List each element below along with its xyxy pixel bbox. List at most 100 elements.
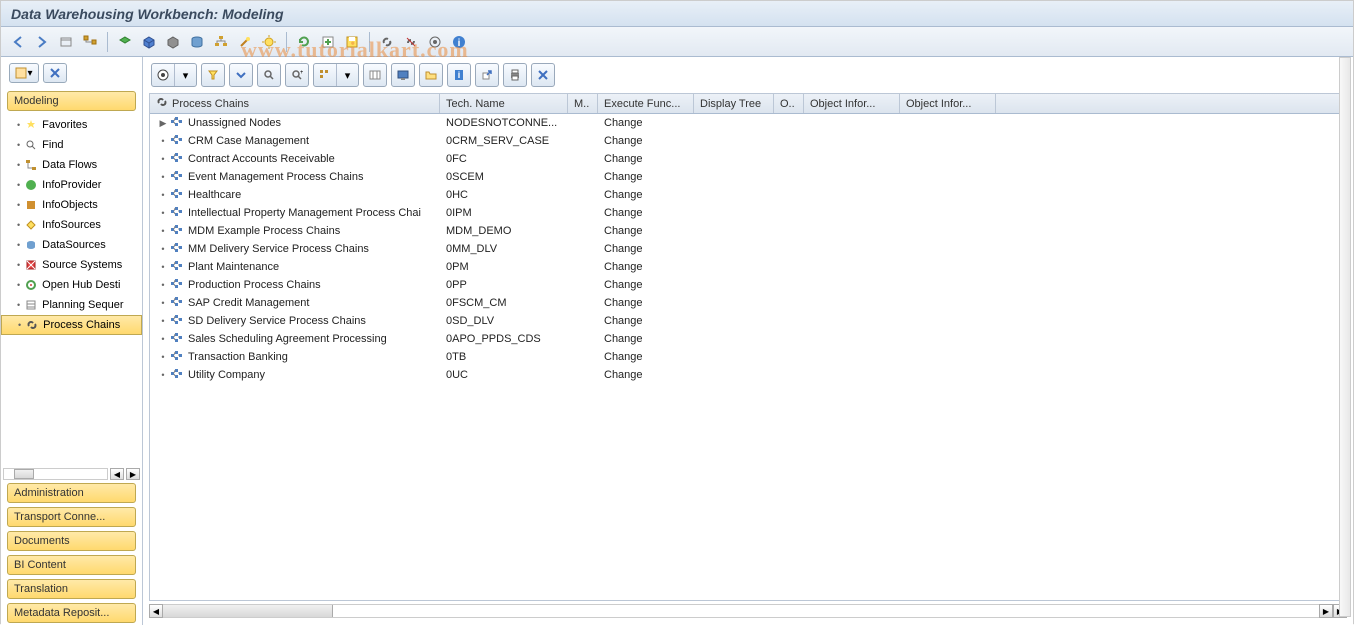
hscroll-track[interactable] <box>163 604 1319 618</box>
forward-button[interactable] <box>31 31 53 53</box>
infocube-button[interactable] <box>138 31 160 53</box>
expand-icon[interactable]: ▶ <box>158 118 168 129</box>
unlink-button[interactable] <box>400 31 422 53</box>
sidebar-item-infoprovider[interactable]: •InfoProvider <box>1 175 142 195</box>
window-button[interactable] <box>55 31 77 53</box>
sidebar-item-sourcesystems[interactable]: •Source Systems <box>1 255 142 275</box>
table-row[interactable]: •Sales Scheduling Agreement Processing0A… <box>150 330 1346 348</box>
sidebar-item-datasources[interactable]: •DataSources <box>1 235 142 255</box>
table-row[interactable]: •Transaction Banking0TBChange <box>150 348 1346 366</box>
col-process-chains[interactable]: Process Chains <box>150 94 440 113</box>
find-button[interactable] <box>258 64 280 86</box>
transport-button[interactable]: Transport Conne... <box>7 507 136 527</box>
sidebar-item-dataflows[interactable]: •Data Flows <box>1 155 142 175</box>
hscroll-right[interactable]: ▶ <box>1319 604 1333 618</box>
target-button[interactable] <box>424 31 446 53</box>
row-tech: 0APO_PPDS_CDS <box>440 333 568 345</box>
hierarchy-button[interactable] <box>210 31 232 53</box>
table-row[interactable]: •Production Process Chains0PPChange <box>150 276 1346 294</box>
sidebar-item-find[interactable]: •Find <box>1 135 142 155</box>
bullet-icon: • <box>158 334 168 344</box>
info-button[interactable]: i <box>448 31 470 53</box>
row-exec: Change <box>598 171 694 183</box>
bullet-icon: • <box>17 160 20 170</box>
cylinder-button[interactable] <box>186 31 208 53</box>
back-button[interactable] <box>7 31 29 53</box>
sidebar-item-label: InfoSources <box>42 219 101 231</box>
sidebar-item-favorites[interactable]: •Favorites <box>1 115 142 135</box>
link-button[interactable] <box>376 31 398 53</box>
table-row[interactable]: •Contract Accounts Receivable0FCChange <box>150 150 1346 168</box>
vscroll-track[interactable] <box>1339 57 1351 617</box>
bicontent-button[interactable]: BI Content <box>7 555 136 575</box>
sidebar-hscroll-thumb[interactable] <box>14 469 34 479</box>
tree-button[interactable] <box>79 31 101 53</box>
find-next-button[interactable]: + <box>286 64 308 86</box>
bullet-icon: • <box>17 280 20 290</box>
col-objinfo1[interactable]: Object Infor... <box>804 94 900 113</box>
columns-button[interactable] <box>364 64 386 86</box>
table-row[interactable]: •Event Management Process Chains0SCEMCha… <box>150 168 1346 186</box>
information-button[interactable]: i <box>448 64 470 86</box>
execute-button[interactable] <box>152 64 174 86</box>
col-o[interactable]: O.. <box>774 94 804 113</box>
folder-button[interactable] <box>420 64 442 86</box>
chain-icon <box>170 224 184 238</box>
table-row[interactable]: •Intellectual Property Management Proces… <box>150 204 1346 222</box>
col-tech-name[interactable]: Tech. Name <box>440 94 568 113</box>
tree-toggle-button[interactable] <box>314 64 336 86</box>
save-button[interactable] <box>341 31 363 53</box>
sidebar-item-infosources[interactable]: •InfoSources <box>1 215 142 235</box>
sidebar-hscroll-track[interactable] <box>3 468 108 480</box>
sidebar-item-openhub[interactable]: •Open Hub Desti <box>1 275 142 295</box>
execute-dropdown[interactable]: ▾ <box>174 64 196 86</box>
activate-button[interactable] <box>258 31 280 53</box>
print-button[interactable] <box>504 64 526 86</box>
create-button[interactable] <box>317 31 339 53</box>
administration-button[interactable]: Administration <box>7 483 136 503</box>
table-row[interactable]: •SAP Credit Management0FSCM_CMChange <box>150 294 1346 312</box>
modeling-section-button[interactable]: Modeling <box>7 91 136 111</box>
table-row[interactable]: •SD Delivery Service Process Chains0SD_D… <box>150 312 1346 330</box>
col-display-tree[interactable]: Display Tree <box>694 94 774 113</box>
display-button[interactable] <box>392 64 414 86</box>
vscroll[interactable] <box>1339 57 1351 617</box>
table-row[interactable]: •MM Delivery Service Process Chains0MM_D… <box>150 240 1346 258</box>
planning-icon <box>24 298 38 312</box>
col-execute[interactable]: Execute Func... <box>598 94 694 113</box>
sidebar-item-infoobjects[interactable]: •InfoObjects <box>1 195 142 215</box>
col-m[interactable]: M.. <box>568 94 598 113</box>
row-tech: 0IPM <box>440 207 568 219</box>
cube2-button[interactable] <box>162 31 184 53</box>
col-objinfo2[interactable]: Object Infor... <box>900 94 996 113</box>
tree-toggle-dropdown[interactable]: ▾ <box>336 64 358 86</box>
row-exec: Change <box>598 117 694 129</box>
filter-button[interactable] <box>202 64 224 86</box>
documents-button[interactable]: Documents <box>7 531 136 551</box>
table-row[interactable]: •CRM Case Management0CRM_SERV_CASEChange <box>150 132 1346 150</box>
hscroll-thumb[interactable] <box>163 605 333 617</box>
infoarea-button[interactable] <box>114 31 136 53</box>
sidebar-config-button[interactable]: ▾ <box>9 63 39 83</box>
table-row[interactable]: ▶Unassigned NodesNODESNOTCONNE...Change <box>150 114 1346 132</box>
collapse-button[interactable] <box>230 64 252 86</box>
translation-button[interactable]: Translation <box>7 579 136 599</box>
cancel-button[interactable] <box>532 64 554 86</box>
sidebar-item-processchains[interactable]: •Process Chains <box>1 315 142 335</box>
row-exec: Change <box>598 153 694 165</box>
hscroll-left[interactable]: ◀ <box>149 604 163 618</box>
chain-icon <box>170 314 184 328</box>
sidebar-hscroll-left[interactable]: ◀ <box>110 468 124 480</box>
sidebar-hscroll-right[interactable]: ▶ <box>126 468 140 480</box>
table-row[interactable]: •MDM Example Process ChainsMDM_DEMOChang… <box>150 222 1346 240</box>
table-row[interactable]: •Healthcare0HCChange <box>150 186 1346 204</box>
metadata-button[interactable]: Metadata Reposit... <box>7 603 136 623</box>
wand-button[interactable] <box>234 31 256 53</box>
external-button[interactable] <box>476 64 498 86</box>
sidebar-close-button[interactable] <box>43 63 67 83</box>
refresh-button[interactable] <box>293 31 315 53</box>
table-row[interactable]: •Plant Maintenance0PMChange <box>150 258 1346 276</box>
table-row[interactable]: •Utility Company0UCChange <box>150 366 1346 384</box>
sidebar-item-planning[interactable]: •Planning Sequer <box>1 295 142 315</box>
row-tech: NODESNOTCONNE... <box>440 117 568 129</box>
